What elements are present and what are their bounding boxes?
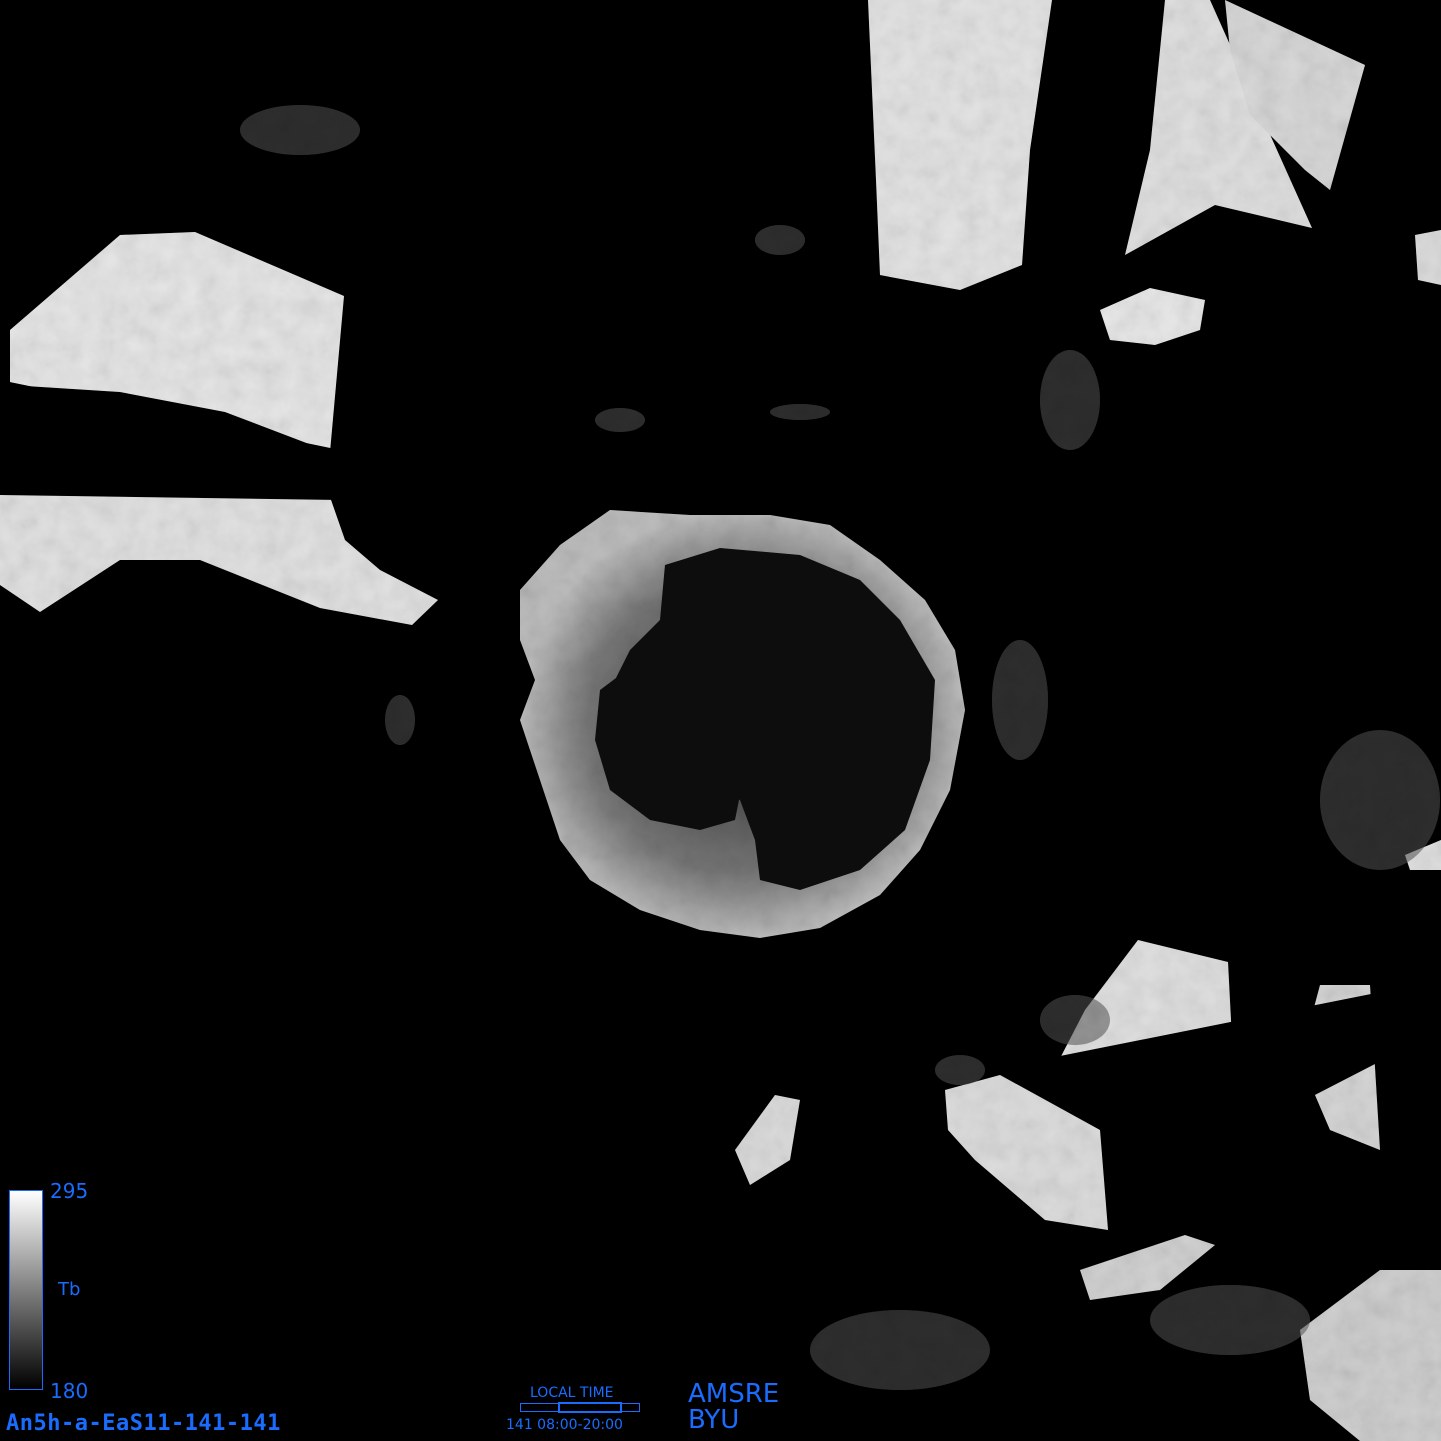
- organization-label: BYU: [688, 1405, 740, 1435]
- colorbar-min-label: 180: [50, 1379, 89, 1403]
- colorbar: [9, 1190, 43, 1390]
- file-id-label: An5h-a-EaS11-141-141: [6, 1411, 281, 1436]
- brightness-temperature-map: [0, 0, 1441, 1441]
- colorbar-variable-label: Tb: [58, 1279, 81, 1300]
- local-time-range: 141 08:00-20:00: [506, 1417, 623, 1433]
- local-time-window: [558, 1402, 622, 1413]
- colorbar-max-label: 295: [50, 1179, 89, 1203]
- sensor-label: AMSRE: [688, 1379, 780, 1409]
- local-time-title: LOCAL TIME: [530, 1385, 614, 1401]
